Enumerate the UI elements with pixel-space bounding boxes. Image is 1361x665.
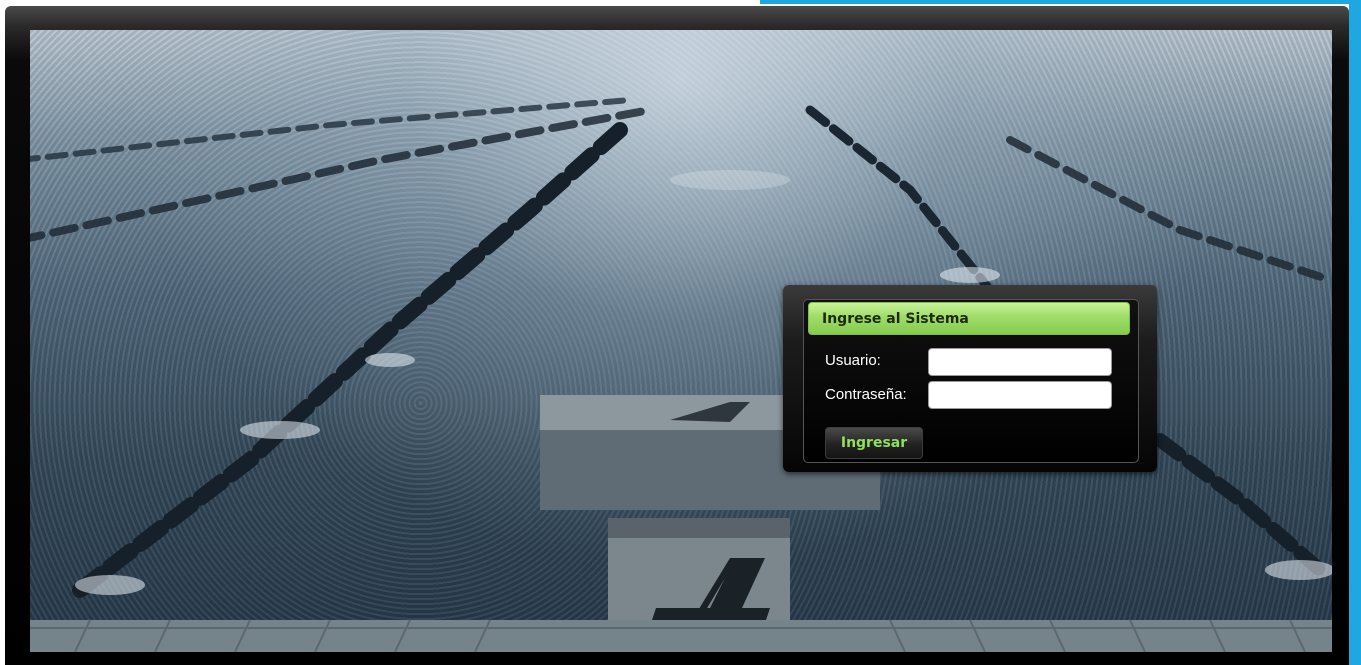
top-accent-bar — [760, 0, 1361, 4]
password-label: Contraseña: — [825, 386, 907, 403]
login-title: Ingrese al Sistema — [808, 302, 1130, 335]
username-label: Usuario: — [825, 352, 881, 369]
login-panel: Ingrese al Sistema Usuario: Contraseña: … — [783, 285, 1157, 472]
right-accent-bar — [1349, 0, 1361, 665]
username-input[interactable] — [928, 348, 1112, 376]
password-input[interactable] — [928, 381, 1112, 409]
login-button[interactable]: Ingresar — [825, 427, 923, 459]
login-form: Ingrese al Sistema Usuario: Contraseña: … — [803, 299, 1139, 463]
